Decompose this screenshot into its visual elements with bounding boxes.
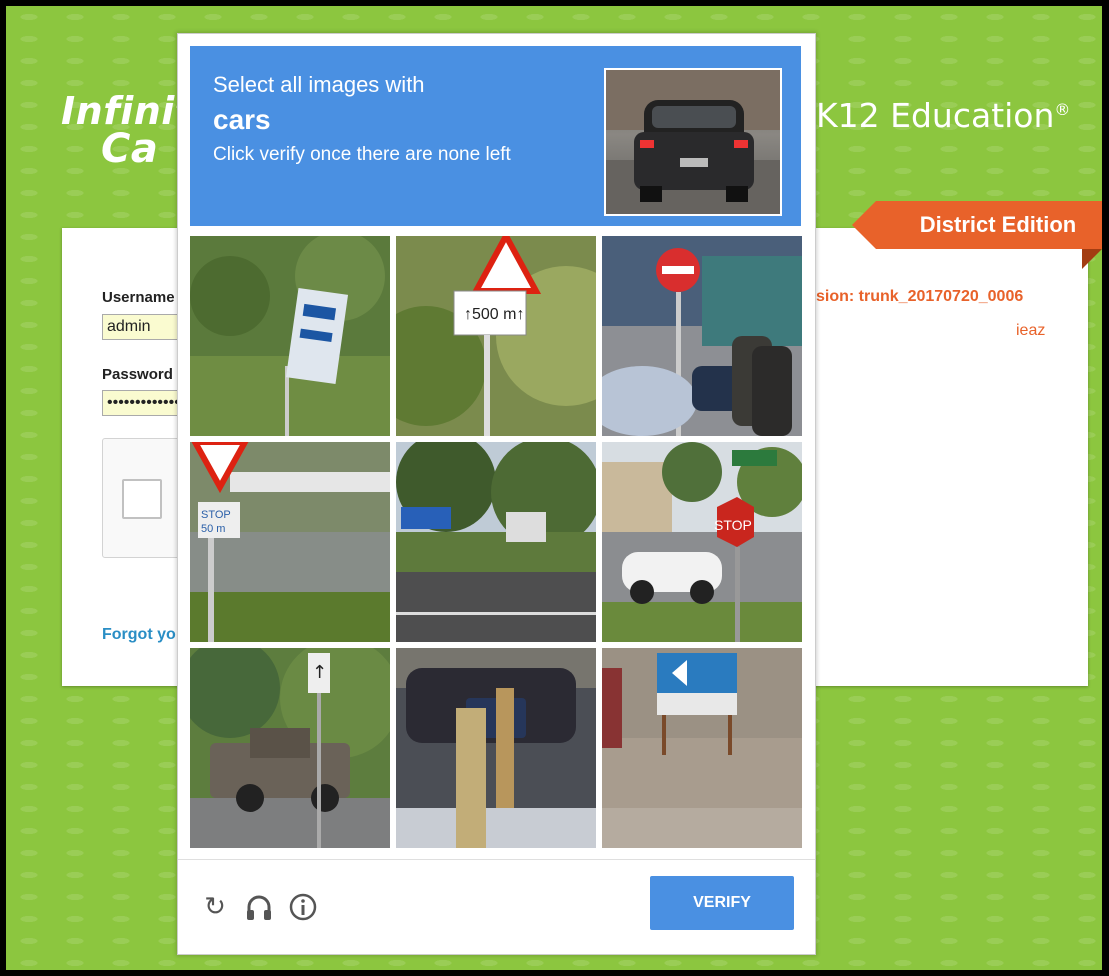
forgot-password-link[interactable]: Forgot yo: [102, 626, 176, 644]
captcha-tile-7[interactable]: ↑: [190, 648, 390, 848]
edition-banner: District Edition: [852, 201, 1102, 249]
captcha-header: Select all images with cars Click verify…: [190, 46, 801, 226]
reload-icon[interactable]: ↻: [200, 892, 230, 922]
image-grid: ↑500 m↑ STOP 50 m STOP ↑: [190, 236, 802, 848]
captcha-tile-2[interactable]: ↑500 m↑: [396, 236, 596, 436]
username-label: Username: [102, 289, 175, 306]
verify-button[interactable]: VERIFY: [650, 876, 794, 930]
version-text: sion: trunk_20170720_0006: [816, 288, 1024, 305]
captcha-tile-5[interactable]: [396, 442, 596, 642]
svg-text:↑: ↑: [312, 662, 327, 683]
info-icon[interactable]: [288, 892, 318, 922]
captcha-challenge-popup: Select all images with cars Click verify…: [177, 33, 816, 955]
captcha-tile-8[interactable]: [396, 648, 596, 848]
edition-banner-fold: [1082, 249, 1102, 269]
k12-education-logo: K12 Education®: [816, 96, 1070, 135]
footer-divider: [178, 859, 815, 860]
headphones-icon[interactable]: [244, 892, 274, 922]
captcha-tile-3[interactable]: [602, 236, 802, 436]
logo-right-text: K12 Education: [816, 96, 1055, 135]
captcha-tile-6[interactable]: STOP: [602, 442, 802, 642]
instruction-target: cars: [213, 104, 271, 135]
svg-text:↑500 m↑: ↑500 m↑: [464, 306, 524, 323]
svg-text:STOP: STOP: [201, 509, 231, 521]
svg-text:STOP: STOP: [714, 517, 752, 533]
instruction-line3: Click verify once there are none left: [213, 144, 511, 165]
infinite-campus-logo: Infinit Ca: [61, 92, 194, 172]
recaptcha-checkbox[interactable]: [122, 479, 162, 519]
logo-text-line2: Ca: [101, 126, 159, 172]
svg-text:50 m: 50 m: [201, 523, 225, 535]
instruction-line1: Select all images with: [213, 72, 425, 97]
sample-car-image: [604, 68, 782, 216]
captcha-tile-9[interactable]: [602, 648, 802, 848]
registered-mark: ®: [1054, 100, 1071, 119]
app-code-text: ieaz: [1016, 322, 1046, 339]
password-label: Password: [102, 366, 173, 383]
captcha-tile-1[interactable]: [190, 236, 390, 436]
captcha-tile-4[interactable]: STOP 50 m: [190, 442, 390, 642]
